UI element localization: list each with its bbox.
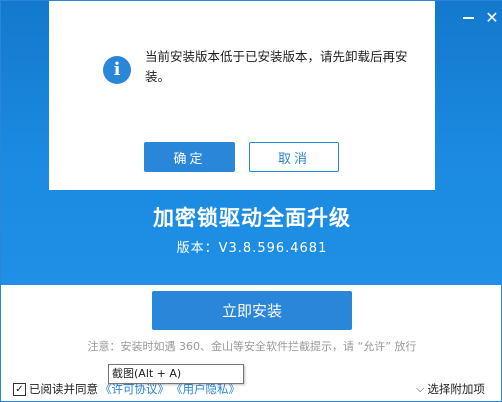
info-icon: i xyxy=(103,56,131,84)
chevron-down-icon: ⌵ xyxy=(416,382,425,395)
product-title: 加密锁驱动全面升级 xyxy=(153,206,351,230)
screenshot-tooltip: 截图(Alt + A) xyxy=(108,364,244,384)
close-icon: ✕ xyxy=(485,8,499,27)
agree-checkbox[interactable]: ✓ xyxy=(13,382,26,396)
cancel-button[interactable]: 取消 xyxy=(249,142,339,172)
installer-window: ✕ 加密锁驱动全面升级 版本：V3.8.596.4681 i 当前安装版本低于已… xyxy=(0,0,502,402)
version-label: 版本：V3.8.596.4681 xyxy=(176,241,328,256)
minimize-icon xyxy=(462,17,474,19)
agree-label: 已阅读并同意 xyxy=(29,382,98,396)
close-button[interactable]: ✕ xyxy=(481,7,502,29)
select-extras-toggle[interactable]: ⌵ 选择附加项 xyxy=(416,381,485,397)
minimize-button[interactable] xyxy=(457,7,479,29)
select-extras-label: 选择附加项 xyxy=(427,382,485,396)
security-notice: 注意：安装时如遇 360、金山等安全软件拦截提示，请 “允许” 放行 xyxy=(87,340,417,353)
message-dialog: i 当前安装版本低于已安装版本，请先卸载后再安装。 确定 取消 xyxy=(49,1,435,190)
dialog-message: 当前安装版本低于已安装版本，请先卸载后再安装。 xyxy=(145,49,408,84)
install-now-button[interactable]: 立即安装 xyxy=(152,291,352,330)
ok-button[interactable]: 确定 xyxy=(144,142,235,172)
